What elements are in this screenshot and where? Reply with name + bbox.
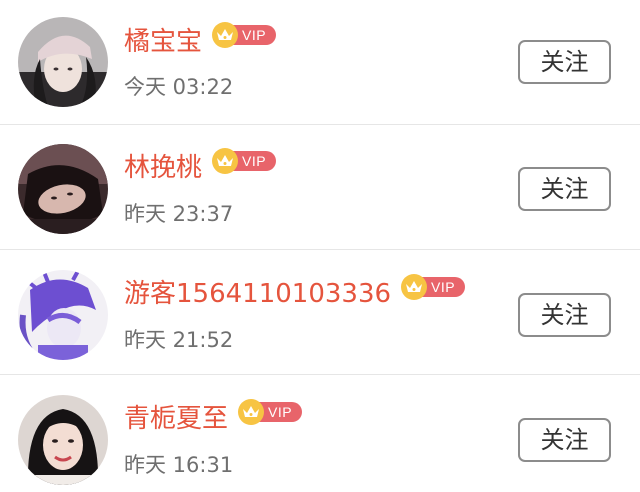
user-name-row: 青栀夏至 VIP (124, 399, 303, 439)
user-name-row: 游客1564110103336 VIP (124, 274, 466, 314)
crown-icon (238, 399, 265, 425)
crown-icon (401, 274, 428, 300)
list-item[interactable]: 青栀夏至 VIP 昨天 16:31 关注 (0, 375, 640, 492)
list-item[interactable]: 林挽桃 VIP 昨天 23:37 关注 (0, 125, 640, 250)
vip-badge: VIP (212, 22, 277, 48)
avatar[interactable] (18, 395, 108, 485)
user-name[interactable]: 青栀夏至 (124, 399, 228, 439)
timestamp: 今天 03:22 (124, 75, 234, 99)
follow-button[interactable]: 关注 (518, 418, 611, 462)
follow-list: 橘宝宝 VIP 今天 03:22 关注 林挽桃 VIP 昨天 23:37 关注 … (0, 0, 640, 492)
follow-button[interactable]: 关注 (518, 40, 611, 84)
crown-icon (212, 22, 239, 48)
avatar[interactable] (18, 270, 108, 360)
user-name-row: 橘宝宝 VIP (124, 22, 277, 62)
follow-button[interactable]: 关注 (518, 167, 611, 211)
avatar[interactable] (18, 144, 108, 234)
user-name-row: 林挽桃 VIP (124, 148, 277, 188)
user-name[interactable]: 游客1564110103336 (124, 274, 391, 314)
timestamp: 昨天 21:52 (124, 328, 234, 352)
timestamp: 昨天 23:37 (124, 202, 234, 226)
vip-badge: VIP (401, 274, 466, 300)
follow-button[interactable]: 关注 (518, 293, 611, 337)
user-name[interactable]: 林挽桃 (124, 148, 202, 188)
user-name[interactable]: 橘宝宝 (124, 22, 202, 62)
crown-icon (212, 148, 239, 174)
list-item[interactable]: 橘宝宝 VIP 今天 03:22 关注 (0, 0, 640, 125)
timestamp: 昨天 16:31 (124, 453, 234, 477)
vip-badge: VIP (212, 148, 277, 174)
list-item[interactable]: 游客1564110103336 VIP 昨天 21:52 关注 (0, 250, 640, 375)
vip-badge: VIP (238, 399, 303, 425)
avatar[interactable] (18, 17, 108, 107)
